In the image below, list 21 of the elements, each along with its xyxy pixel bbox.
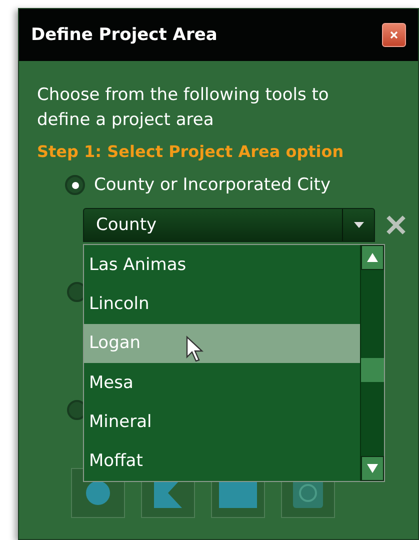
dropdown-item[interactable]: Moffat xyxy=(84,442,360,481)
close-button[interactable] xyxy=(382,23,406,47)
circle-icon xyxy=(85,480,111,506)
scrollbar-thumb[interactable] xyxy=(361,358,384,382)
radio-button[interactable] xyxy=(65,175,85,195)
dropdown-item[interactable]: Lincoln xyxy=(84,284,360,324)
close-icon xyxy=(390,31,398,39)
down-arrow-icon xyxy=(367,464,378,473)
scroll-down-button[interactable] xyxy=(361,456,384,481)
window-title: Define Project Area xyxy=(31,25,218,45)
dropdown-item[interactable]: Mesa xyxy=(84,362,360,402)
scroll-up-button[interactable] xyxy=(361,245,384,270)
option-label: County or Incorporated City xyxy=(94,175,331,195)
step-heading: Step 1: Select Project Area option xyxy=(37,142,345,161)
county-dropdown[interactable]: County xyxy=(83,208,376,242)
dropdown-item[interactable]: Las Animas xyxy=(84,245,360,284)
dropdown-item[interactable]: Mineral xyxy=(84,402,360,442)
clear-icon[interactable] xyxy=(385,214,406,236)
caret-icon xyxy=(354,222,364,228)
instruction-text: Choose from the following tools to define a project area xyxy=(37,84,330,132)
up-arrow-icon xyxy=(367,253,378,262)
